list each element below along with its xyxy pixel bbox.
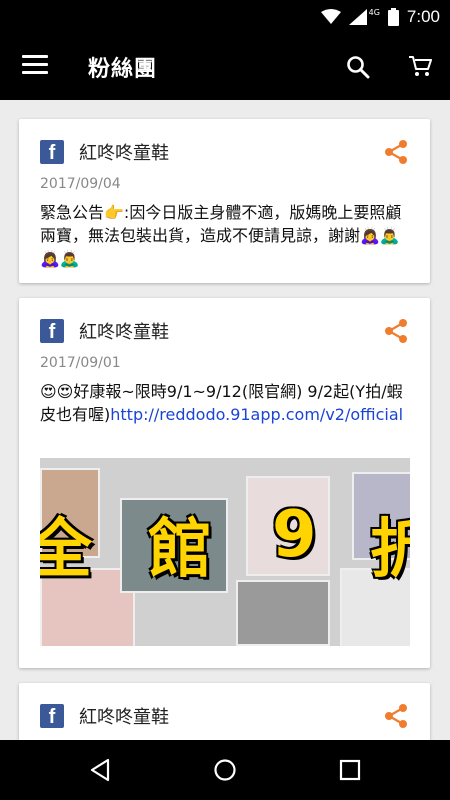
post-page-name: 紅咚咚童鞋	[79, 707, 169, 728]
system-nav-bar	[0, 740, 450, 800]
share-icon[interactable]	[384, 318, 408, 344]
battery-icon	[387, 8, 399, 26]
share-icon[interactable]	[384, 703, 408, 729]
recents-icon[interactable]	[339, 758, 361, 782]
page-title: 粉絲團	[88, 57, 158, 82]
post-feed[interactable]: f 紅咚咚童鞋 2017/09/04 緊急公告👉:因今日版主身體不適，版媽晚上要…	[0, 100, 450, 740]
banner-char: 館	[148, 513, 212, 587]
post-banner-image[interactable]: 全 館 9 折	[40, 458, 410, 646]
post-page-name: 紅咚咚童鞋	[79, 322, 169, 343]
shoe-photo	[236, 580, 330, 646]
banner-char: 全	[40, 513, 92, 587]
facebook-icon: f	[40, 319, 64, 343]
post-text: 緊急公告👉:因今日版主身體不適，版媽晚上要照顧兩寶，無法包裝出貨，造成不便請見諒…	[40, 203, 402, 268]
network-type-label: 4G	[368, 7, 380, 17]
menu-icon[interactable]	[22, 55, 48, 77]
facebook-icon: f	[40, 704, 64, 728]
signal-icon	[348, 9, 367, 25]
search-icon[interactable]	[346, 55, 370, 79]
post-date: 2017/09/01	[40, 355, 121, 371]
post-card[interactable]: f 紅咚咚童鞋	[19, 683, 430, 740]
app-bar: 粉絲團	[0, 33, 450, 100]
cart-icon[interactable]	[408, 55, 432, 77]
post-text-block: 😍😍好康報~限時9/1~9/12(限官網) 9/2起(Y拍/蝦皮也有喔)http…	[40, 380, 412, 426]
banner-char: 9	[272, 498, 317, 572]
post-date: 2017/09/04	[40, 176, 121, 192]
share-icon[interactable]	[384, 139, 408, 165]
home-icon[interactable]	[213, 758, 237, 782]
wifi-icon	[320, 9, 341, 24]
back-icon[interactable]	[88, 758, 112, 782]
status-time: 7:00	[406, 7, 440, 26]
post-link[interactable]: http://reddodo.91app.com/v2/official	[110, 405, 403, 424]
post-card[interactable]: f 紅咚咚童鞋 2017/09/01 😍😍好康報~限時9/1~9/12(限官網)…	[19, 298, 430, 668]
banner-char: 折	[370, 513, 410, 587]
status-bar: 4G 7:00	[0, 0, 450, 33]
facebook-icon: f	[40, 140, 64, 164]
post-page-name: 紅咚咚童鞋	[79, 143, 169, 164]
post-card[interactable]: f 紅咚咚童鞋 2017/09/04 緊急公告👉:因今日版主身體不適，版媽晚上要…	[19, 119, 430, 283]
